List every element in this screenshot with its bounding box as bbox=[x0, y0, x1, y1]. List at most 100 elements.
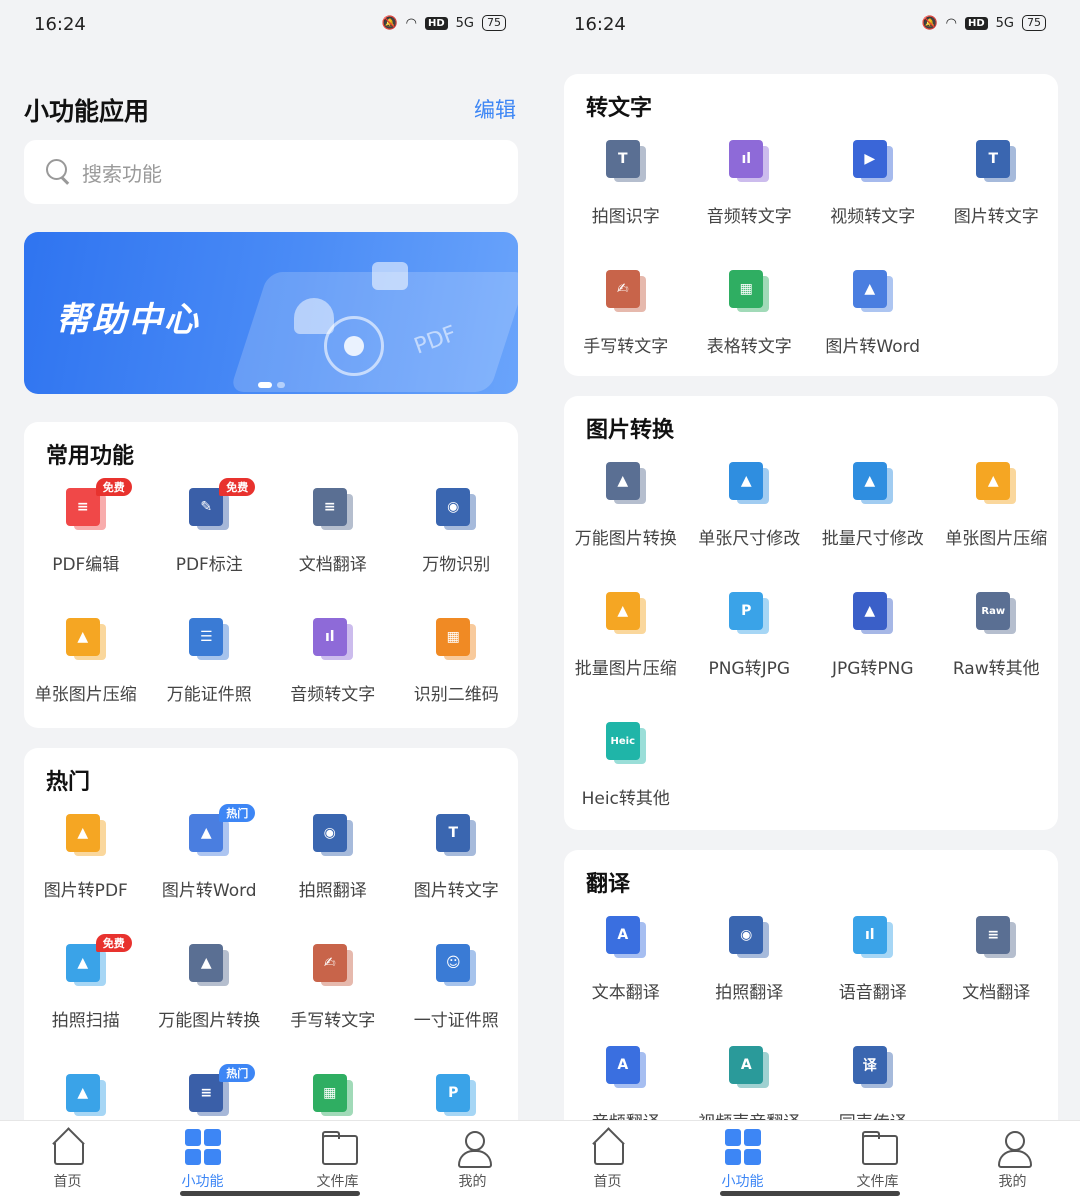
user-icon bbox=[455, 1129, 492, 1168]
function-item[interactable]: Heic Heic转其他 bbox=[564, 712, 688, 830]
function-label: 图片转Word bbox=[161, 881, 257, 901]
simultaneous-interp-icon: 译 bbox=[852, 1046, 893, 1090]
function-item[interactable]: ≡ 文档翻译 bbox=[935, 906, 1059, 1036]
image-to-text-icon: T bbox=[436, 814, 477, 858]
free-badge: 免费 bbox=[95, 934, 132, 952]
function-label: 音频转文字 bbox=[290, 685, 376, 705]
status-icons: 🔕 ◠ HD 5G 75 bbox=[921, 15, 1046, 31]
tab-home[interactable]: 首页 bbox=[0, 1121, 135, 1200]
image-convert-card: 图片转换 ▲ 万能图片转换 ▲ 单张尺寸修改 ▲ 批量尺寸修改 ▲ 单张图片压缩 ▲ 批量图片压缩… bbox=[564, 396, 1058, 830]
photo-ocr-icon: T bbox=[605, 140, 646, 184]
function-label: 批量图片压缩 bbox=[574, 659, 677, 679]
function-item[interactable]: ▲ 图片转PDF bbox=[24, 804, 148, 934]
search-icon bbox=[46, 159, 72, 185]
function-item[interactable]: ▲ 单张图片压缩 bbox=[935, 452, 1059, 582]
tab-label: 我的 bbox=[458, 1174, 487, 1190]
banner-pager bbox=[258, 382, 285, 388]
function-item[interactable]: ✎ 免费 PDF标注 bbox=[148, 478, 272, 608]
function-item[interactable]: ▦ 识别二维码 bbox=[395, 608, 519, 728]
function-label: Raw转其他 bbox=[952, 659, 1040, 679]
wifi-icon: ◠ bbox=[405, 15, 417, 31]
function-item[interactable]: ◉ 拍照翻译 bbox=[688, 906, 812, 1036]
tab-folder[interactable]: 文件库 bbox=[270, 1121, 405, 1200]
function-item[interactable]: ≡ 文档翻译 bbox=[271, 478, 395, 608]
hot-badge: 热门 bbox=[219, 1064, 256, 1082]
function-item[interactable]: ◉ 万物识别 bbox=[395, 478, 519, 608]
function-label: 手写转文字 bbox=[290, 1011, 376, 1031]
table-to-text-icon: ▦ bbox=[729, 270, 770, 314]
function-item[interactable]: ıl 音频转文字 bbox=[271, 608, 395, 728]
function-item[interactable]: ✍ 手写转文字 bbox=[564, 260, 688, 376]
function-item[interactable]: ✍ 手写转文字 bbox=[271, 934, 395, 1064]
function-item[interactable]: ▲ 免费 拍照扫描 bbox=[24, 934, 148, 1064]
function-item[interactable]: T 拍图识字 bbox=[564, 130, 688, 260]
image-repair-icon: ▲ bbox=[65, 1074, 106, 1118]
function-item[interactable]: ▲ 单张尺寸修改 bbox=[688, 452, 812, 582]
function-item[interactable]: ▲ JPG转PNG bbox=[811, 582, 935, 712]
tab-label: 我的 bbox=[998, 1174, 1027, 1190]
function-label: 识别二维码 bbox=[413, 685, 499, 705]
function-item[interactable]: ☰ 万能证件照 bbox=[148, 608, 272, 728]
tab-bar: 首页 小功能 文件库 我的 bbox=[0, 1120, 540, 1200]
function-label: 音频转文字 bbox=[706, 207, 792, 227]
function-label: 单张尺寸修改 bbox=[698, 529, 801, 549]
camera-translate-icon: ◉ bbox=[312, 814, 353, 858]
function-item[interactable]: P PNG转JPG bbox=[688, 582, 812, 712]
common-functions-card: 常用功能 ≡ 免费 PDF编辑 ✎ 免费 PDF标注 ≡ 文档翻译 ◉ 万物识别 ▲ 单张图片压缩 ☰ 万… bbox=[24, 422, 518, 728]
page-title: 小功能应用 bbox=[24, 97, 150, 126]
function-label: JPG转PNG bbox=[831, 659, 914, 679]
free-badge: 免费 bbox=[95, 478, 132, 496]
search-input[interactable]: 搜索功能 bbox=[24, 140, 518, 204]
image-to-text-icon: T bbox=[976, 140, 1017, 184]
one-inch-photo-icon: ☺ bbox=[436, 944, 477, 988]
function-item[interactable]: T 图片转文字 bbox=[395, 804, 519, 934]
status-bar: 16:24 🔕 ◠ HD 5G 75 bbox=[0, 0, 540, 50]
tab-grid[interactable]: 小功能 bbox=[135, 1121, 270, 1200]
hd-icon: HD bbox=[964, 16, 988, 30]
function-item[interactable]: A 文本翻译 bbox=[564, 906, 688, 1036]
tab-label: 首页 bbox=[593, 1174, 622, 1190]
audio-to-text-icon: ıl bbox=[729, 140, 770, 184]
function-item[interactable]: ▲ 批量尺寸修改 bbox=[811, 452, 935, 582]
audio-translate-icon: A bbox=[605, 1046, 646, 1090]
text-translate-icon: A bbox=[605, 916, 646, 960]
function-item[interactable]: ▶ 视频转文字 bbox=[811, 130, 935, 260]
function-item[interactable]: ◉ 拍照翻译 bbox=[271, 804, 395, 934]
function-item[interactable]: ıl 音频转文字 bbox=[688, 130, 812, 260]
tab-user[interactable]: 我的 bbox=[945, 1121, 1080, 1200]
edit-button[interactable]: 编辑 bbox=[474, 94, 516, 124]
function-label: 拍照扫描 bbox=[51, 1011, 120, 1031]
tab-user[interactable]: 我的 bbox=[405, 1121, 540, 1200]
function-item[interactable]: ▲ 单张图片压缩 bbox=[24, 608, 148, 728]
home-indicator bbox=[180, 1191, 360, 1196]
tab-label: 文件库 bbox=[316, 1174, 359, 1190]
translate-card: 翻译 A文本翻译◉拍照翻译ıl语音翻译≡文档翻译A音频翻译A视频声音翻译译同声传… bbox=[564, 850, 1058, 1150]
tab-home[interactable]: 首页 bbox=[540, 1121, 675, 1200]
to-text-card: 转文字 T 拍图识字 ıl 音频转文字 ▶ 视频转文字 T 图片转文字 ✍ 手写转文字 ▦ 表格转文字… bbox=[564, 74, 1058, 376]
help-center-banner[interactable]: PDF 帮助中心 bbox=[24, 232, 518, 394]
function-item[interactable]: ıl 语音翻译 bbox=[811, 906, 935, 1036]
function-item[interactable]: ▲ 热门 图片转Word bbox=[148, 804, 272, 934]
voice-translate-icon: ıl bbox=[852, 916, 893, 960]
function-item[interactable]: ▲ 图片转Word bbox=[811, 260, 935, 376]
function-item[interactable]: ☺ 一寸证件照 bbox=[395, 934, 519, 1064]
home-icon bbox=[590, 1129, 626, 1165]
function-item[interactable]: T 图片转文字 bbox=[935, 130, 1059, 260]
function-label: 语音翻译 bbox=[838, 983, 907, 1003]
png-tool-icon: P bbox=[436, 1074, 477, 1118]
function-item[interactable]: ▲ 万能图片转换 bbox=[148, 934, 272, 1064]
function-label: 拍照翻译 bbox=[298, 881, 367, 901]
function-item[interactable]: ≡ 免费 PDF编辑 bbox=[24, 478, 148, 608]
function-item[interactable]: ▲ 批量图片压缩 bbox=[564, 582, 688, 712]
function-item[interactable]: Raw Raw转其他 bbox=[935, 582, 1059, 712]
tab-folder[interactable]: 文件库 bbox=[810, 1121, 945, 1200]
function-label: 文档翻译 bbox=[962, 983, 1031, 1003]
audio-to-text-icon: ıl bbox=[312, 618, 353, 662]
image-compress-icon: ▲ bbox=[65, 618, 106, 662]
raw-convert-icon: Raw bbox=[976, 592, 1017, 636]
function-item[interactable]: ▦ 表格转文字 bbox=[688, 260, 812, 376]
function-item[interactable]: ▲ 万能图片转换 bbox=[564, 452, 688, 582]
png-to-jpg-icon: P bbox=[729, 592, 770, 636]
tab-grid[interactable]: 小功能 bbox=[675, 1121, 810, 1200]
section-title: 图片转换 bbox=[586, 418, 675, 443]
